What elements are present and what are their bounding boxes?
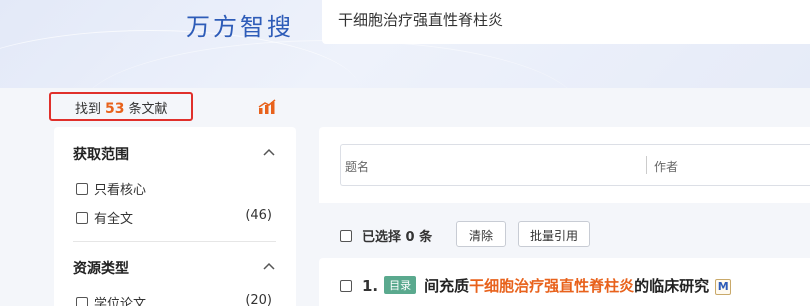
- logo[interactable]: 万方智搜: [186, 7, 294, 42]
- section-title-access[interactable]: 获取范围: [73, 144, 129, 164]
- search-box[interactable]: [322, 0, 810, 44]
- field-separator: [646, 156, 647, 174]
- filter-label: 有全文: [94, 212, 134, 227]
- result-index: 1.: [362, 277, 379, 295]
- title-highlight: 干细胞治疗强直性脊柱炎: [469, 277, 635, 295]
- search-input[interactable]: [338, 10, 798, 28]
- result-count: 找到 53 条文献: [49, 92, 193, 121]
- catalog-tag[interactable]: 目录: [384, 276, 417, 294]
- title-part: 的临床研究: [634, 277, 710, 295]
- result-title[interactable]: 间充质干细胞治疗强直性脊柱炎的临床研究: [424, 277, 709, 295]
- filter-count: (20): [245, 293, 272, 306]
- section-title-resource-type[interactable]: 资源类型: [73, 258, 129, 278]
- filter-label: 学位论文: [94, 297, 147, 306]
- chevron-up-icon[interactable]: [262, 147, 276, 157]
- header: 万方智搜: [0, 0, 810, 88]
- author-field-label[interactable]: 作者: [654, 158, 678, 175]
- filter-full-text[interactable]: 有全文 (46): [76, 208, 272, 227]
- select-all-checkbox[interactable]: [340, 230, 352, 242]
- checkbox[interactable]: [76, 183, 88, 195]
- batch-cite-button[interactable]: 批量引用: [518, 221, 590, 247]
- m-icon[interactable]: M: [715, 279, 732, 295]
- divider: [73, 241, 276, 242]
- filter-label: 只看核心: [94, 183, 147, 198]
- field-input-row[interactable]: 题名 作者: [340, 144, 810, 186]
- checkbox[interactable]: [76, 297, 88, 306]
- chevron-up-icon[interactable]: [262, 261, 276, 271]
- filter-sidebar: 获取范围 只看核心 有全文 (46) 资源类型 学位论文 (20): [54, 127, 296, 306]
- result-list: 1. 目录 间充质干细胞治疗强直性脊柱炎的临床研究 M: [319, 258, 810, 306]
- result-toolbar: 已选择 0 条 清除 批量引用: [340, 221, 810, 247]
- selected-count: 已选择 0 条: [362, 230, 433, 245]
- clear-button[interactable]: 清除: [456, 221, 506, 247]
- title-part: 间充质: [424, 277, 470, 295]
- result-item: 1. 目录 间充质干细胞治疗强直性脊柱炎的临床研究 M: [340, 275, 732, 295]
- filter-core-only[interactable]: 只看核心: [76, 179, 272, 198]
- advanced-search-panel: 题名 作者: [319, 127, 810, 203]
- result-count-number: 53: [105, 101, 125, 117]
- result-count-prefix: 找到: [75, 102, 102, 117]
- bar-chart-icon[interactable]: [258, 99, 276, 115]
- filter-count: (46): [245, 208, 272, 223]
- result-checkbox[interactable]: [340, 280, 352, 292]
- title-field-label[interactable]: 题名: [345, 158, 369, 175]
- checkbox[interactable]: [76, 212, 88, 224]
- filter-thesis[interactable]: 学位论文 (20): [76, 293, 272, 306]
- select-all-row[interactable]: 已选择 0 条: [340, 226, 432, 245]
- result-count-suffix: 条文献: [128, 102, 168, 117]
